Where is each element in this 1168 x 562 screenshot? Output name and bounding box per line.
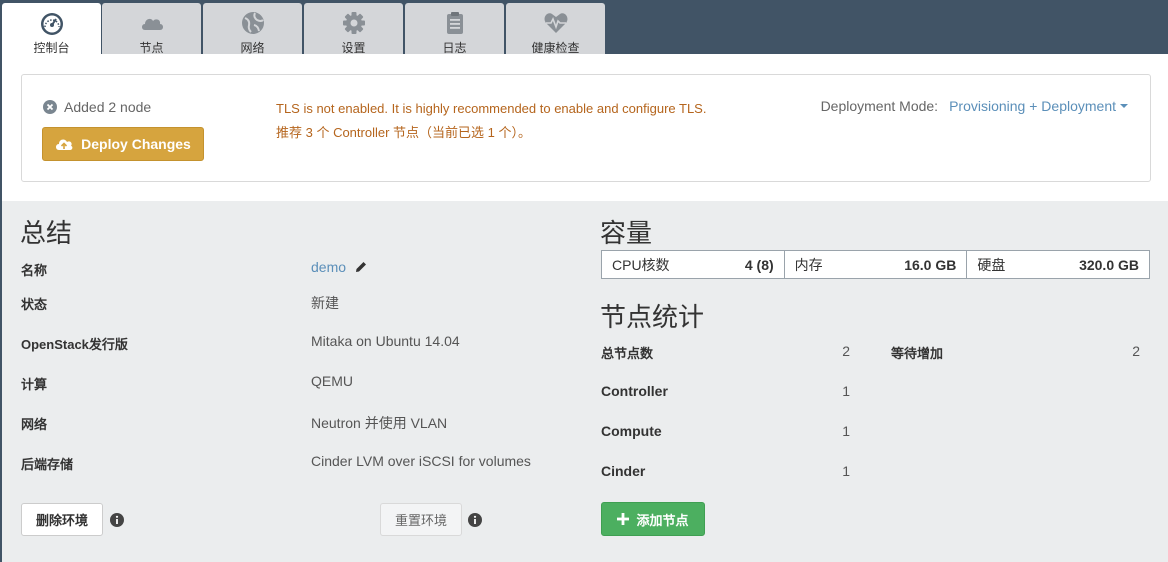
capacity-disk-label: 硬盘: [977, 256, 1006, 273]
info-icon[interactable]: [110, 513, 124, 527]
dashboard-gauge-icon: [40, 13, 63, 35]
gear-icon: [342, 12, 365, 34]
stat-label-cinder: Cinder: [601, 463, 646, 479]
capacity-memory-value: 16.0 GB: [904, 256, 957, 273]
deployment-mode-dropdown[interactable]: Provisioning + Deployment: [949, 98, 1128, 114]
summary-label-name: 名称: [21, 263, 48, 278]
stat-value-total: 2: [842, 343, 850, 359]
delete-environment-button[interactable]: 删除环境: [21, 503, 103, 536]
deployment-mode-label: Deployment Mode:: [820, 98, 939, 114]
capacity-disk: 硬盘 320.0 GB: [967, 251, 1149, 278]
stat-label-controller: Controller: [601, 383, 668, 399]
env-name-link[interactable]: demo: [311, 259, 368, 275]
capacity-cpu: CPU核数 4 (8): [602, 251, 785, 278]
tab-label: 控制台: [33, 41, 70, 55]
tab-nodes[interactable]: 节点: [102, 3, 201, 55]
tls-warning: TLS is not enabled. It is highly recomme…: [276, 101, 707, 116]
deploy-changes-label: Deploy Changes: [81, 136, 191, 152]
tab-label: 健康检查: [531, 41, 580, 55]
heart-pulse-icon: [544, 13, 567, 33]
tab-network[interactable]: 网络: [203, 3, 302, 55]
env-name-value: demo: [311, 259, 347, 275]
summary-label-openstack-release: OpenStack发行版: [21, 337, 128, 352]
plus-icon: [617, 513, 630, 525]
capacity-cpu-label: CPU核数: [612, 256, 670, 273]
tab-settings[interactable]: 设置: [304, 3, 403, 55]
clipboard-icon: [446, 12, 463, 34]
tab-label: 网络: [240, 41, 265, 55]
stat-value-compute: 1: [842, 423, 850, 439]
globe-icon: [241, 12, 264, 34]
capacity-cpu-value: 4 (8): [744, 256, 774, 273]
tab-dashboard[interactable]: 控制台: [2, 3, 101, 55]
stat-label-pending: 等待增加: [891, 346, 944, 361]
warning-messages: TLS is not enabled. It is highly recomme…: [276, 97, 706, 145]
summary-label-compute: 计算: [21, 377, 48, 392]
tab-health-check[interactable]: 健康检查: [506, 3, 605, 55]
summary-value-compute: QEMU: [311, 373, 353, 389]
summary-value-storage: Cinder LVM over iSCSI for volumes: [311, 453, 531, 469]
stat-value-pending: 2: [1132, 343, 1140, 359]
tab-label: 节点: [139, 41, 164, 55]
controller-recommendation: 推荐 3 个 Controller 节点（当前已选 1 个）。: [276, 125, 531, 140]
stat-label-compute: Compute: [601, 423, 662, 439]
cloud-icon: [141, 18, 163, 30]
node-stats-heading: 节点统计: [600, 303, 705, 333]
reset-environment-button[interactable]: 重置环境: [380, 503, 462, 536]
tab-label: 设置: [341, 41, 366, 55]
delete-environment-label: 删除环境: [35, 513, 88, 528]
capacity-heading: 容量: [600, 219, 653, 249]
tab-label: 日志: [442, 41, 467, 55]
added-nodes-notice: Added 2 node: [43, 99, 151, 115]
pencil-icon[interactable]: [354, 260, 368, 274]
summary-label-status: 状态: [21, 297, 48, 312]
stat-value-cinder: 1: [842, 463, 850, 479]
summary-label-storage: 后端存储: [21, 457, 74, 472]
add-nodes-button[interactable]: 添加节点: [601, 502, 705, 536]
capacity-memory-label: 内存: [794, 256, 823, 273]
summary-value-openstack-release: Mitaka on Ubuntu 14.04: [311, 333, 460, 349]
added-nodes-text: Added 2 node: [64, 99, 152, 115]
chevron-down-icon: [1120, 104, 1128, 108]
stat-value-controller: 1: [842, 383, 850, 399]
cloud-upload-icon: [56, 139, 73, 150]
capacity-memory: 内存 16.0 GB: [785, 251, 968, 278]
stat-label-total: 总节点数: [601, 346, 654, 361]
deployment-mode: Deployment Mode: Provisioning + Deployme…: [821, 98, 1128, 114]
deploy-changes-button[interactable]: Deploy Changes: [42, 127, 204, 161]
remove-circle-icon[interactable]: [43, 100, 57, 114]
reset-environment-label: 重置环境: [394, 513, 447, 528]
summary-heading: 总结: [20, 219, 73, 249]
add-nodes-label: 添加节点: [636, 512, 689, 528]
summary-label-network: 网络: [21, 417, 48, 432]
capacity-disk-value: 320.0 GB: [1079, 256, 1140, 273]
info-icon[interactable]: [468, 513, 482, 527]
capacity-table: CPU核数 4 (8) 内存 16.0 GB 硬盘 320.0 GB: [601, 250, 1150, 279]
tab-logs[interactable]: 日志: [405, 3, 504, 55]
summary-value-network: Neutron 并使用 VLAN: [311, 415, 448, 431]
deploy-panel: Added 2 node Deploy Changes TLS is not e…: [21, 74, 1151, 182]
summary-value-status: 新建: [311, 295, 339, 311]
deployment-mode-value: Provisioning + Deployment: [949, 98, 1116, 114]
